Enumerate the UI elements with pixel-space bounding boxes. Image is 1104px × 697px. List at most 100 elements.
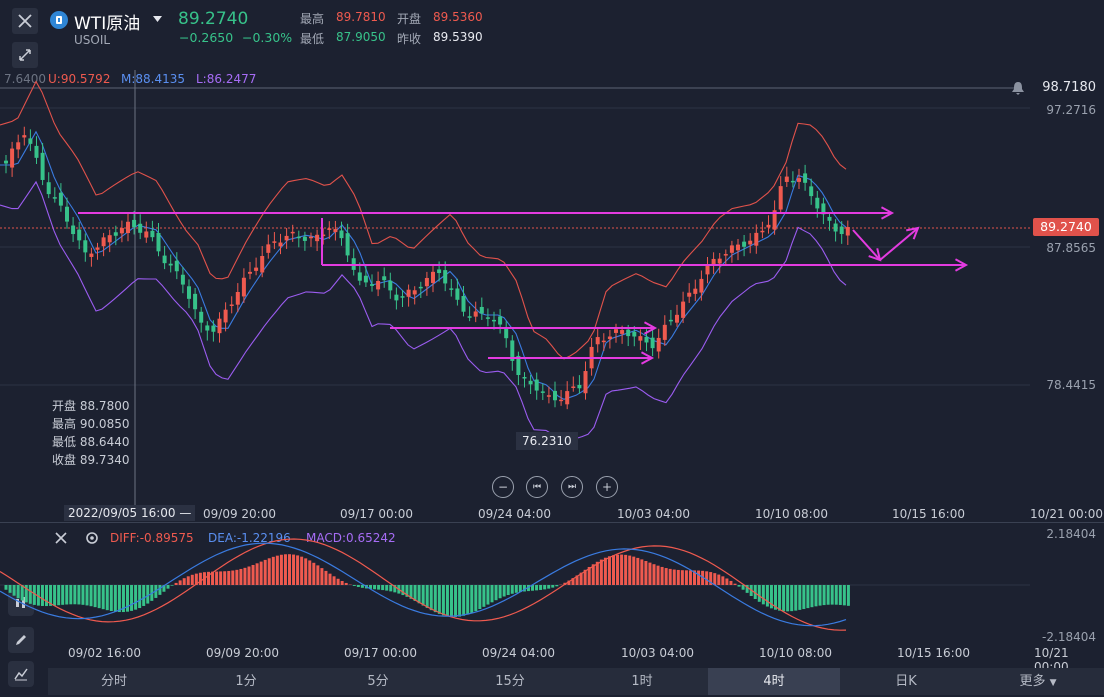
candle-body bbox=[584, 371, 588, 393]
macd-histogram-bar bbox=[276, 556, 279, 585]
cursor-open-value: 88.7800 bbox=[80, 399, 130, 413]
x-tick: 10/15 16:00 bbox=[892, 507, 965, 521]
macd-histogram-bar bbox=[535, 585, 538, 590]
cursor-date-text: 2022/09/05 16:00 bbox=[68, 506, 176, 520]
tab-more[interactable]: 更多 ▼ bbox=[972, 668, 1104, 695]
macd-histogram-bar bbox=[665, 568, 668, 585]
candle-body bbox=[535, 380, 539, 391]
macd-chart[interactable] bbox=[0, 523, 1104, 643]
macd-histogram-bar bbox=[786, 585, 789, 611]
candle-body bbox=[285, 236, 289, 240]
macd-histogram-bar bbox=[65, 585, 68, 605]
macd-histogram-bar bbox=[13, 585, 16, 596]
macd-histogram-bar bbox=[486, 585, 489, 605]
candle-body bbox=[608, 337, 612, 340]
macd-histogram-bar bbox=[628, 556, 631, 585]
macd-histogram-bar bbox=[794, 585, 797, 611]
macd-histogram-bar bbox=[632, 557, 635, 585]
scroll-left-button[interactable]: ⏮ bbox=[526, 476, 548, 498]
candle-body bbox=[840, 227, 844, 234]
macd-histogram-bar bbox=[491, 585, 494, 602]
macd-histogram-bar bbox=[669, 569, 672, 585]
candle-body bbox=[205, 325, 209, 330]
macd-histogram-bar bbox=[41, 585, 44, 606]
macd-histogram-bar bbox=[29, 585, 32, 604]
tab-1min[interactable]: 1分 bbox=[180, 668, 312, 695]
tab-15min[interactable]: 15分 bbox=[444, 668, 576, 695]
candle-body bbox=[340, 230, 344, 238]
cursor-low-value: 88.6440 bbox=[80, 435, 130, 449]
candle-body bbox=[53, 197, 57, 199]
macd-histogram-bar bbox=[199, 573, 202, 585]
candle-body bbox=[279, 243, 283, 247]
tab-daily[interactable]: 日K bbox=[840, 668, 972, 695]
macd-histogram-bar bbox=[94, 585, 97, 607]
macd-histogram-bar bbox=[401, 585, 404, 595]
candle-body bbox=[35, 146, 39, 158]
candle-body bbox=[559, 400, 563, 402]
macd-histogram-bar bbox=[478, 585, 481, 609]
candle-body bbox=[577, 385, 581, 388]
macd-histogram-bar bbox=[551, 585, 554, 588]
macd-histogram-bar bbox=[341, 581, 344, 585]
candle-body bbox=[706, 265, 710, 275]
macd-histogram-bar bbox=[260, 562, 263, 585]
macd-histogram-bar bbox=[438, 585, 441, 614]
tab-timeshare[interactable]: 分时 bbox=[48, 668, 180, 695]
macd-histogram-bar bbox=[758, 585, 761, 602]
macd-histogram-bar bbox=[827, 585, 830, 605]
candle-body bbox=[730, 245, 734, 252]
macd-x-tick: 10/10 08:00 bbox=[759, 646, 832, 660]
macd-histogram-bar bbox=[316, 565, 319, 585]
line-tool-button[interactable] bbox=[8, 661, 34, 687]
macd-histogram-bar bbox=[636, 558, 639, 585]
macd-histogram-bar bbox=[264, 560, 267, 585]
bell-icon[interactable] bbox=[1010, 80, 1026, 96]
macd-histogram-bar bbox=[345, 583, 348, 585]
candle-body bbox=[327, 228, 331, 230]
candle-body bbox=[211, 326, 215, 332]
candle-body bbox=[364, 276, 368, 283]
macd-histogram-bar bbox=[81, 585, 84, 605]
macd-histogram-bar bbox=[470, 585, 473, 613]
macd-histogram-bar bbox=[462, 585, 465, 616]
tab-1hour[interactable]: 1时 bbox=[576, 668, 708, 695]
candle-body bbox=[462, 296, 466, 312]
tab-4hour[interactable]: 4时 bbox=[708, 668, 840, 695]
macd-histogram-bar bbox=[503, 585, 506, 596]
macd-histogram-bar bbox=[661, 567, 664, 585]
candle-body bbox=[571, 386, 575, 388]
candle-body bbox=[541, 391, 545, 393]
cursor-high-value: 90.0850 bbox=[80, 417, 130, 431]
candle-body bbox=[382, 276, 386, 280]
candle-body bbox=[401, 296, 405, 298]
candle-body bbox=[157, 233, 161, 251]
zoom-in-button[interactable]: + bbox=[596, 476, 618, 498]
trend-drawings[interactable] bbox=[78, 207, 966, 364]
candle-body bbox=[96, 247, 100, 249]
candle-body bbox=[260, 256, 264, 272]
macd-histogram-bar bbox=[835, 585, 838, 605]
candle-body bbox=[4, 161, 8, 164]
x-tick: 09/24 04:00 bbox=[478, 507, 551, 521]
candle-body bbox=[620, 330, 624, 334]
macd-histogram-bar bbox=[466, 585, 469, 615]
macd-histogram-bar bbox=[98, 585, 101, 608]
macd-histogram-bar bbox=[689, 570, 692, 585]
macd-histogram-bar bbox=[272, 557, 275, 585]
zoom-out-button[interactable]: − bbox=[492, 476, 514, 498]
candle-body bbox=[529, 381, 533, 385]
macd-histogram-bar bbox=[110, 585, 113, 611]
candle-body bbox=[504, 328, 508, 339]
scroll-right-button[interactable]: ⏭ bbox=[561, 476, 583, 498]
tab-5min[interactable]: 5分 bbox=[312, 668, 444, 695]
macd-histogram-bar bbox=[762, 585, 765, 604]
cursor-date-label: 2022/09/05 16:00 — bbox=[64, 505, 195, 521]
macd-histogram-bar bbox=[53, 585, 56, 606]
candle-body bbox=[736, 245, 740, 251]
candle-body bbox=[83, 240, 87, 252]
candle-body bbox=[486, 317, 490, 319]
price-level-1: 97.2716 bbox=[1046, 103, 1096, 117]
macd-histogram-bar bbox=[681, 570, 684, 585]
candle-body bbox=[254, 268, 258, 271]
